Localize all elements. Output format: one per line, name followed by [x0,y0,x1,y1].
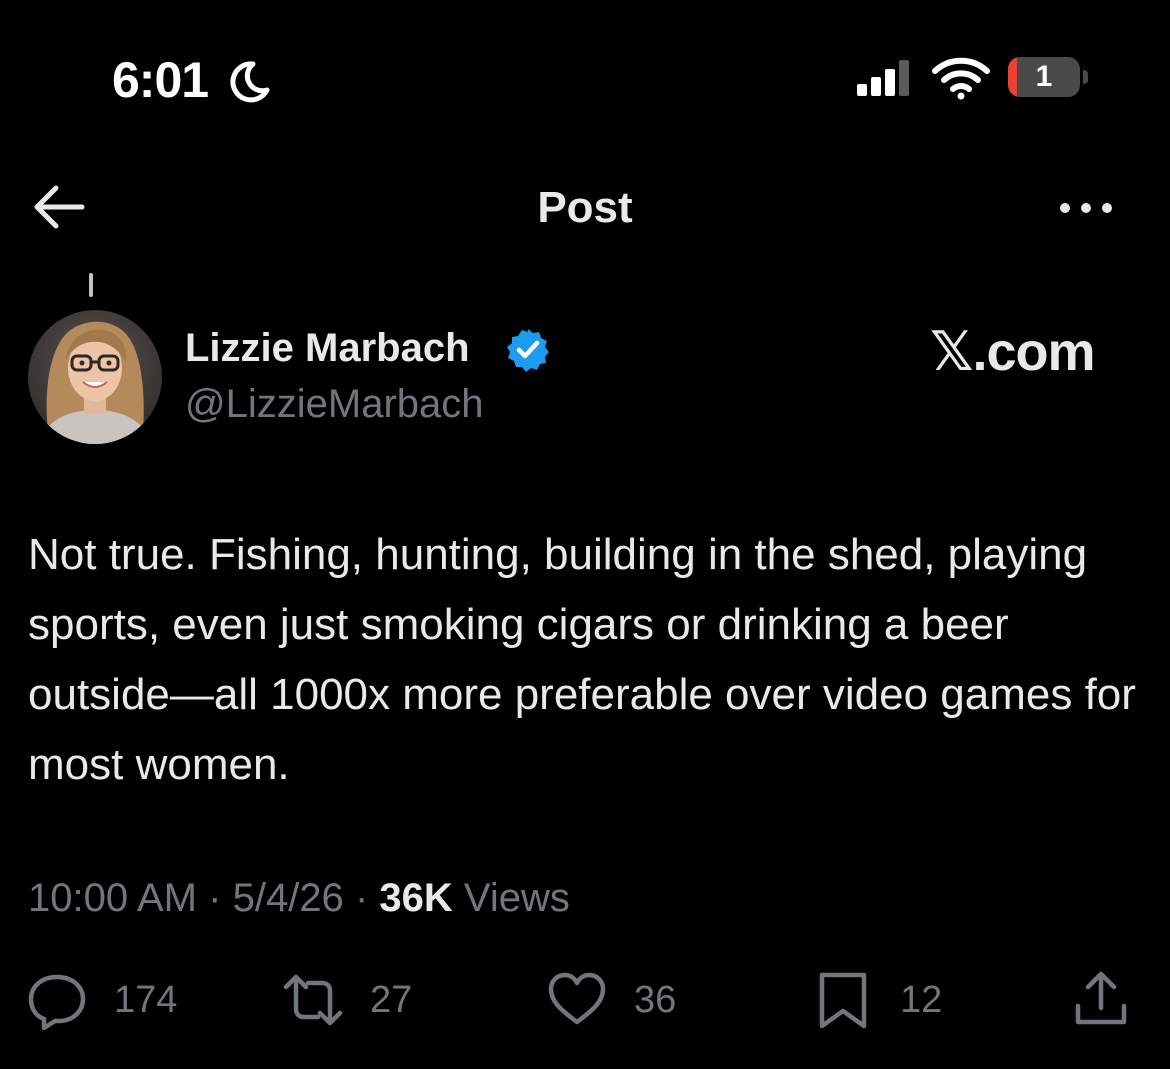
heart-icon [548,972,606,1025]
x-com-watermark: 𝕏.com [930,322,1096,382]
avatar[interactable] [28,310,162,444]
post-time: 10:00 AM [28,876,198,920]
page-title: Post [537,183,633,232]
post-meta: 10:00 AM · 5/4/26 · 36K Views [28,870,570,926]
bookmark-button[interactable]: 12 [812,968,942,1032]
bookmark-icon [819,972,867,1029]
moon-icon [230,61,270,103]
repost-count: 27 [370,979,413,1021]
status-time: 6:01 [112,52,209,108]
battery-percent: 1 [1035,60,1053,93]
repost-icon [283,974,343,1026]
cellular-signal-icon [857,60,909,96]
meta-separator: · [208,876,222,920]
post-date: 5/4/26 [232,876,344,920]
bookmark-count: 12 [900,979,943,1021]
reply-count: 174 [114,979,178,1021]
verified-badge-icon[interactable] [505,327,551,373]
thread-connector-line [89,273,93,297]
repost-button[interactable]: 27 [282,968,412,1032]
reply-button[interactable]: 174 [26,968,177,1032]
meta-separator: · [354,876,369,920]
author-name[interactable]: Lizzie Marbach [185,322,470,374]
battery-icon: 1 [1008,57,1088,99]
wifi-icon [932,57,990,100]
reply-icon [28,974,86,1031]
views-count: 36K [379,876,453,920]
like-count: 36 [634,979,677,1021]
views-label[interactable]: Views [464,876,570,920]
more-horizontal-icon[interactable] [1056,196,1116,220]
post-text: Not true. Fishing, hunting, building in … [28,530,1136,789]
like-button[interactable]: 36 [546,968,676,1032]
author-handle[interactable]: @LizzieMarbach [185,378,484,430]
share-icon[interactable] [1070,968,1132,1030]
